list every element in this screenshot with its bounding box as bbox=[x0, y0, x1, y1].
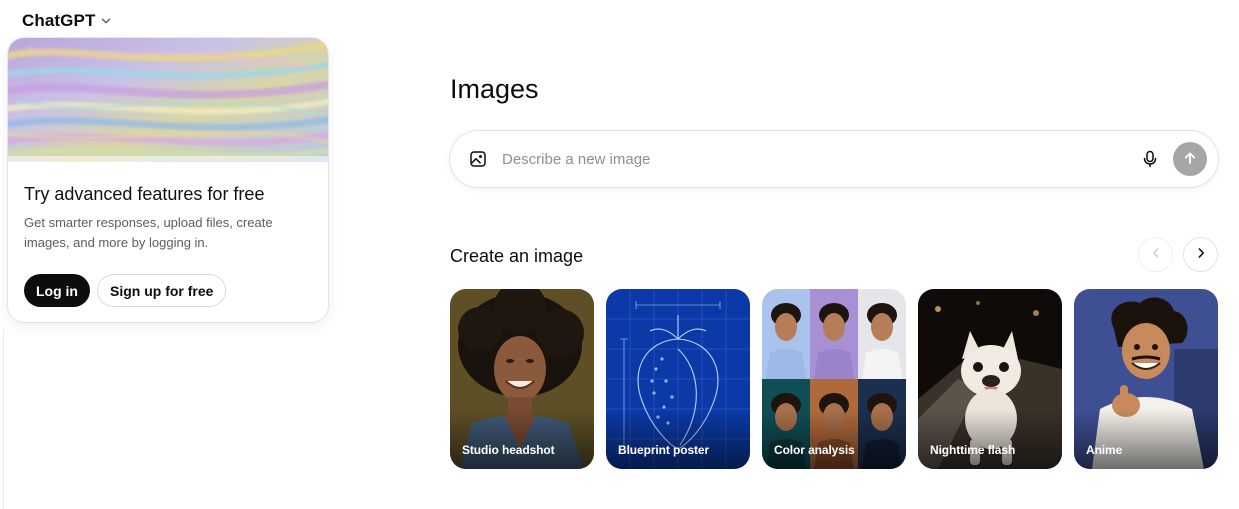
promo-card: Try advanced features for free Get smart… bbox=[8, 38, 328, 322]
style-card-label: Studio headshot bbox=[462, 443, 555, 457]
arrow-up-icon bbox=[1182, 150, 1198, 169]
card-shade bbox=[450, 409, 594, 469]
style-card-label: Anime bbox=[1086, 443, 1123, 457]
image-prompt-input[interactable] bbox=[502, 146, 1122, 172]
style-card-label: Color analysis bbox=[774, 443, 855, 457]
card-shade bbox=[1074, 409, 1218, 469]
model-switcher[interactable]: ChatGPT bbox=[14, 8, 120, 34]
card-shade bbox=[606, 409, 750, 469]
style-card-color-analysis[interactable]: Color analysis bbox=[762, 289, 906, 469]
image-icon[interactable] bbox=[469, 150, 487, 168]
style-card-label: Nighttime flash bbox=[930, 443, 1016, 457]
chevron-down-icon bbox=[100, 15, 112, 27]
chevron-right-icon bbox=[1194, 246, 1208, 263]
chevron-left-icon bbox=[1149, 246, 1163, 263]
style-card-blueprint-poster[interactable]: Blueprint poster bbox=[606, 289, 750, 469]
sidebar-divider bbox=[3, 330, 4, 509]
send-button[interactable] bbox=[1173, 142, 1207, 176]
card-shade bbox=[918, 409, 1062, 469]
style-card-label: Blueprint poster bbox=[618, 443, 710, 457]
promo-description: Get smarter responses, upload files, cre… bbox=[24, 215, 273, 250]
app-root: ChatGPT Try advanced features for free G… bbox=[0, 0, 1239, 509]
style-card-nighttime-flash[interactable]: Nighttime flash bbox=[918, 289, 1062, 469]
section-title: Create an image bbox=[450, 246, 584, 266]
carousel-next-button[interactable] bbox=[1183, 237, 1218, 272]
carousel-prev-button[interactable] bbox=[1138, 237, 1173, 272]
style-card-studio-headshot[interactable]: Studio headshot bbox=[450, 289, 594, 469]
login-button[interactable]: Log in bbox=[24, 274, 90, 307]
promo-title: Try advanced features for free bbox=[24, 184, 265, 204]
signup-button[interactable]: Sign up for free bbox=[97, 274, 227, 307]
promo-banner-image bbox=[8, 38, 328, 162]
page-title: Images bbox=[450, 74, 539, 104]
style-card-anime[interactable]: Anime bbox=[1074, 289, 1218, 469]
image-prompt-composer bbox=[450, 131, 1218, 187]
microphone-icon[interactable] bbox=[1138, 147, 1162, 171]
model-name: ChatGPT bbox=[22, 11, 96, 30]
card-shade bbox=[762, 409, 906, 469]
